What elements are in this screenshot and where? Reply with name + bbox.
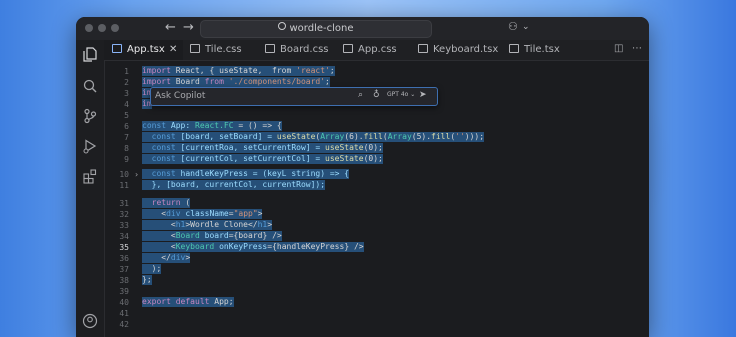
code-line-35: <Keyboard onKeyPress={handleKeyPress} />: [142, 242, 364, 252]
title-bar: ← → wordle-clone ⚇ ⌄: [76, 17, 649, 40]
line-number: 3: [124, 89, 129, 98]
chevron-down-icon[interactable]: ⌄: [522, 22, 530, 32]
back-arrow-icon[interactable]: ←: [165, 20, 176, 35]
tsx-file-icon: [418, 44, 428, 53]
line-number: 31: [119, 199, 129, 208]
line-number: 6: [124, 122, 129, 131]
line-number: 8: [124, 144, 129, 153]
code-line-34: <Board board={board} />: [142, 231, 282, 241]
css-file-icon: [343, 44, 353, 53]
maximize-window-button[interactable]: [111, 24, 119, 32]
tab-label: Tile.tsx: [524, 44, 560, 55]
more-actions-icon[interactable]: ⋯: [632, 43, 642, 54]
editor-window: ← → wordle-clone ⚇ ⌄ App.tsx ✕ Tile.css …: [76, 17, 649, 337]
copilot-prompt-input[interactable]: [155, 89, 345, 103]
line-number: 9: [124, 155, 129, 164]
code-line-33: <h1>Wordle Clone</h1>: [142, 220, 273, 230]
line-number-current: 35: [119, 243, 129, 252]
code-line-31: return (: [142, 198, 191, 208]
css-file-icon: [265, 44, 275, 53]
tab-tile-css[interactable]: Tile.css: [190, 40, 242, 60]
line-number: 34: [119, 232, 129, 241]
tab-keyboard-tsx[interactable]: Keyboard.tsx: [418, 40, 498, 60]
tab-label: App.tsx: [127, 44, 165, 55]
code-line-9: const [currentCol, setCurrentCol] = useS…: [142, 154, 383, 164]
model-picker[interactable]: GPT 4o ⌄: [387, 91, 415, 98]
copilot-icon[interactable]: ⚇: [508, 20, 518, 33]
tab-label: App.css: [358, 44, 397, 55]
line-number: 4: [124, 100, 129, 109]
line-number: 7: [124, 133, 129, 142]
code-line-36: </div>: [142, 253, 191, 263]
code-line-6: const App: React.FC = () => {: [142, 121, 282, 131]
tab-app-tsx[interactable]: App.tsx ✕: [104, 40, 183, 60]
code-line-7: const [board, setBoard] = useState(Array…: [142, 132, 485, 142]
code-line-2: import Board from './components/board';: [142, 77, 330, 87]
forward-arrow-icon[interactable]: →: [183, 20, 194, 35]
split-editor-icon[interactable]: ◫: [614, 43, 623, 54]
tab-tile-tsx[interactable]: Tile.tsx: [509, 40, 560, 60]
code-line-38: };: [142, 275, 152, 285]
line-number: 10: [119, 170, 129, 179]
send-icon[interactable]: ➤: [419, 90, 427, 100]
line-number: 41: [119, 309, 129, 318]
workspace-name: wordle-clone: [289, 23, 354, 34]
close-window-button[interactable]: [85, 24, 93, 32]
css-file-icon: [190, 44, 200, 53]
editor-tab-bar: App.tsx ✕ Tile.css Board.css App.css Key…: [104, 40, 649, 61]
line-number: 40: [119, 298, 129, 307]
tab-label: Keyboard.tsx: [433, 44, 499, 55]
fold-chevron-icon[interactable]: ›: [135, 170, 138, 179]
line-number: 42: [119, 320, 129, 329]
close-icon[interactable]: ✕: [169, 40, 177, 60]
line-number: 39: [119, 287, 129, 296]
code-line-1: import React, { useState, from 'react';: [142, 66, 335, 76]
tsx-file-icon: [509, 44, 519, 53]
code-line-32: <div className="app">: [142, 209, 263, 219]
line-number: 2: [124, 78, 129, 87]
code-line-8: const [currentRoa, setCurrentRow] = useS…: [142, 143, 383, 153]
line-number: 38: [119, 276, 129, 285]
line-number: 11: [119, 181, 129, 190]
line-number: 37: [119, 265, 129, 274]
attach-context-icon[interactable]: ⌕: [358, 90, 363, 100]
tsx-file-icon: [112, 44, 122, 53]
code-line-40: export default App;: [142, 297, 234, 307]
chevron-down-icon: ⌄: [410, 91, 416, 98]
explorer-icon[interactable]: [82, 46, 98, 62]
line-number: 36: [119, 254, 129, 263]
search-icon: [278, 22, 287, 30]
code-line-11: }, [board, currentCol, currentRow]);: [142, 180, 326, 190]
line-number: 5: [124, 111, 129, 120]
line-number: 32: [119, 210, 129, 219]
tab-label: Board.css: [280, 44, 329, 55]
command-center-search[interactable]: wordle-clone: [200, 20, 432, 38]
tab-label: Tile.css: [205, 44, 242, 55]
code-line-37: );: [142, 264, 162, 274]
copilot-inline-chat: ⌕ ♁ GPT 4o ⌄ ➤: [150, 87, 438, 106]
minimize-window-button[interactable]: [98, 24, 106, 32]
tab-app-css[interactable]: App.css: [343, 40, 397, 60]
code-line-10: const handleKeyPress = (keyL string) => …: [142, 169, 350, 179]
model-label: GPT 4o: [387, 91, 409, 98]
tab-board-css[interactable]: Board.css: [265, 40, 329, 60]
microphone-icon[interactable]: ♁: [373, 90, 380, 100]
line-number: 1: [124, 67, 129, 76]
line-number: 33: [119, 221, 129, 230]
